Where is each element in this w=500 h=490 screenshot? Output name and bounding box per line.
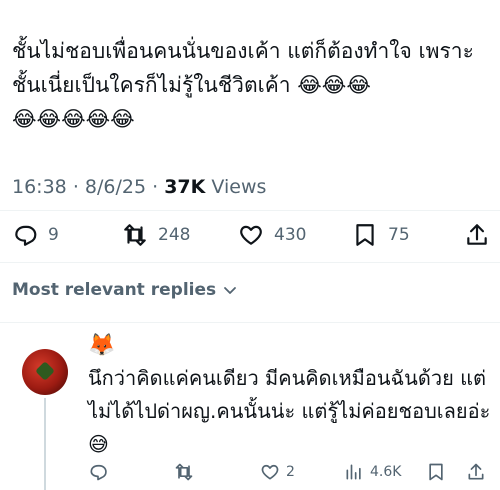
reply-actions: 2 4.6K xyxy=(0,462,500,490)
retweet-button[interactable]: 248 xyxy=(122,222,190,248)
views-count: 37K xyxy=(164,176,206,198)
reply-button[interactable]: 9 xyxy=(12,222,59,248)
replies-sort-label: Most relevant replies xyxy=(12,280,217,300)
reply-views-button[interactable]: 4.6K xyxy=(344,462,401,482)
avatar[interactable] xyxy=(22,349,68,395)
replies-sort-dropdown[interactable]: Most relevant replies xyxy=(12,280,238,300)
chevron-down-icon xyxy=(224,287,237,294)
like-count: 430 xyxy=(274,225,307,245)
tweet-date[interactable]: 8/6/25 xyxy=(85,176,146,198)
reply-icon xyxy=(90,464,107,481)
bookmark-icon xyxy=(429,463,443,481)
reply-icon xyxy=(15,225,37,246)
reply-like-button[interactable]: 2 xyxy=(260,462,295,482)
divider-top xyxy=(0,210,500,211)
share-icon xyxy=(467,224,487,245)
reply-share-button[interactable] xyxy=(466,462,486,482)
bookmark-icon xyxy=(356,224,374,246)
bookmark-count: 75 xyxy=(388,225,410,245)
like-button[interactable]: 430 xyxy=(238,222,306,248)
reply-display-name[interactable]: 🦊 xyxy=(88,333,115,359)
heart-icon xyxy=(240,225,262,245)
tweet-actions: 9 248 430 75 xyxy=(0,214,500,258)
retweet-count: 248 xyxy=(158,225,191,245)
retweet-icon xyxy=(175,463,193,481)
reply-reply-button[interactable] xyxy=(88,462,114,482)
views-icon xyxy=(346,464,361,480)
divider-replies xyxy=(0,322,500,323)
tweet-meta: 16:38 · 8/6/25 · 37K Views xyxy=(12,176,267,198)
bookmark-button[interactable]: 75 xyxy=(352,222,410,248)
divider-actions xyxy=(0,262,500,263)
heart-icon xyxy=(261,464,279,480)
reply-retweet-button[interactable] xyxy=(174,462,194,482)
tweet-time[interactable]: 16:38 xyxy=(12,176,67,198)
retweet-icon xyxy=(124,224,146,246)
reply-text: นึกว่าคิดแค่คนเดียว มีคนคิดเหมือนฉันด้วย… xyxy=(88,366,491,456)
reply-like-count: 2 xyxy=(286,464,295,480)
reply-views-count: 4.6K xyxy=(370,464,402,480)
tweet-text: ชั้นไม่ชอบเพื่อนคนนั่นของเค้า แต่ก็ต้องท… xyxy=(12,39,474,131)
share-icon xyxy=(468,463,484,480)
views-label: Views xyxy=(211,176,267,198)
reply-count: 9 xyxy=(48,225,59,245)
share-button[interactable] xyxy=(464,222,490,248)
reply-bookmark-button[interactable] xyxy=(426,462,446,482)
